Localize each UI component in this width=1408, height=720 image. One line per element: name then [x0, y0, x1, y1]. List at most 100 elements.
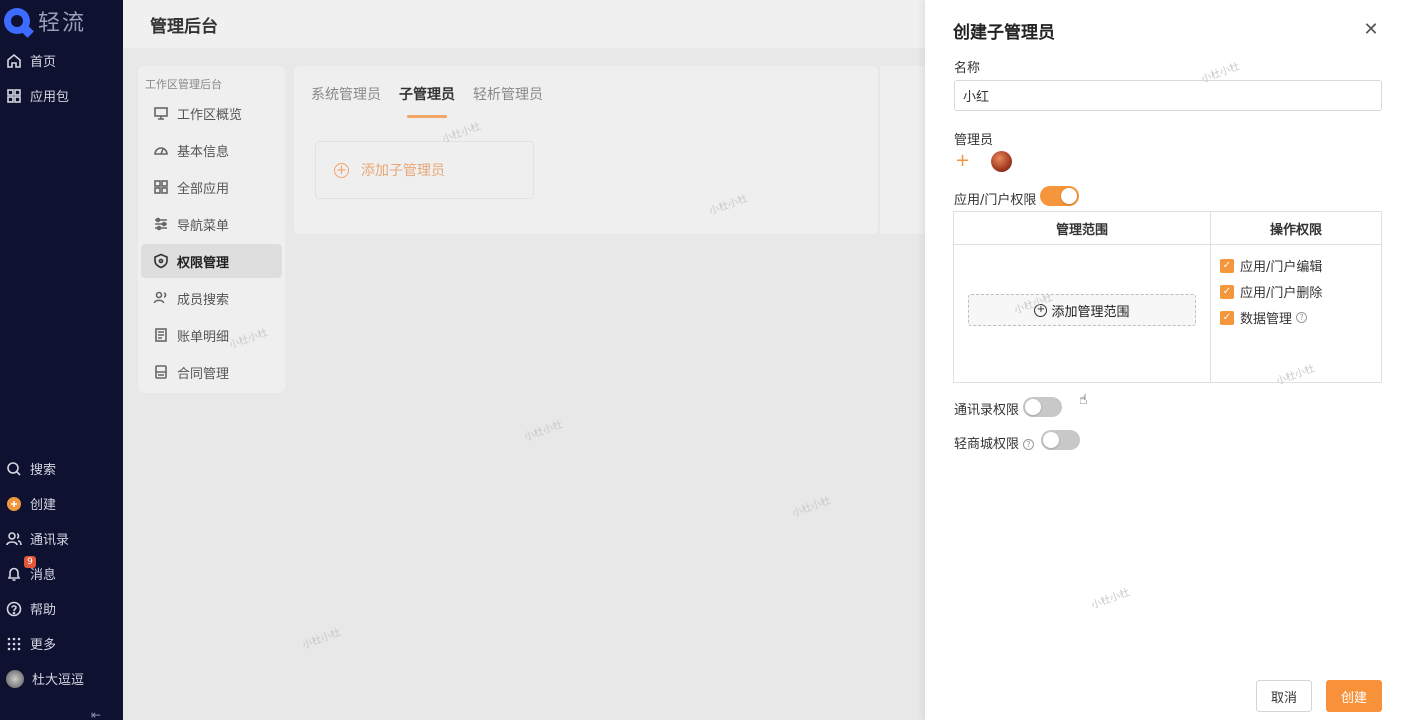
menu-item-member-search[interactable]: 成员搜索	[141, 281, 282, 315]
add-scope-label: 添加管理范围	[1051, 304, 1130, 320]
collapse-sidebar-icon[interactable]: ⇤	[91, 708, 101, 720]
op-data-label: 数据管理	[1240, 312, 1293, 327]
grid-icon	[6, 88, 22, 104]
menu-item-label: 合同管理	[177, 366, 230, 382]
create-button[interactable]: 创建	[1326, 680, 1382, 712]
nav-more[interactable]: 更多	[6, 634, 56, 653]
search-icon	[6, 461, 22, 477]
op-delete-checkbox[interactable]: ✓ 应用/门户删除	[1220, 282, 1322, 301]
op-delete-label: 应用/门户删除	[1240, 286, 1323, 301]
home-icon	[6, 53, 22, 69]
bill-icon	[155, 328, 167, 342]
close-icon[interactable]: ✕	[1362, 19, 1380, 40]
menu-item-permissions[interactable]: 权限管理	[141, 244, 282, 278]
nav-help-label: 帮助	[30, 603, 57, 618]
nav-messages[interactable]: 9 消息	[6, 556, 56, 583]
mall-perm-label: 轻商城权限	[954, 437, 1020, 452]
contacts-perm-label: 通讯录权限	[954, 403, 1020, 418]
tab-system-admin[interactable]: 系统管理员	[311, 84, 381, 118]
mall-perm-row: 轻商城权限?	[954, 433, 1035, 452]
shield-icon	[154, 253, 168, 269]
sliders-icon	[155, 217, 167, 231]
op-data-checkbox[interactable]: ✓ 数据管理 ?	[1220, 308, 1308, 327]
menu-item-contracts[interactable]: 合同管理	[141, 355, 282, 389]
nav-user-label: 杜大逗逗	[32, 673, 85, 688]
drawer-title: 创建子管理员	[953, 23, 1055, 43]
col-scope-header: 管理范围	[954, 212, 1210, 245]
logo-icon	[4, 8, 30, 34]
checkbox-checked-icon: ✓	[1220, 258, 1234, 273]
contacts-icon	[6, 531, 22, 547]
table-divider	[1210, 212, 1211, 382]
name-label: 名称	[954, 61, 981, 76]
nav-search[interactable]: 搜索	[6, 459, 56, 478]
mall-perm-toggle[interactable]	[1041, 430, 1080, 450]
nav-create-label: 创建	[30, 498, 57, 513]
side-card	[880, 66, 925, 234]
admin-avatar[interactable]	[991, 151, 1012, 172]
watermark: 小杜小杜	[301, 627, 343, 652]
plus-circle-icon: +	[1034, 303, 1048, 317]
tab-analytics-admin[interactable]: 轻析管理员	[473, 84, 543, 118]
monitor-icon	[154, 107, 168, 120]
nav-contacts[interactable]: 通讯录	[6, 529, 69, 548]
app-name: 轻流	[38, 11, 87, 36]
add-sub-admin-label: 添加子管理员	[361, 163, 445, 179]
nav-contacts-label: 通讯录	[30, 533, 70, 548]
watermark: 小杜小杜	[523, 419, 565, 444]
menu-item-bills[interactable]: 账单明细	[141, 318, 282, 352]
apps-grid-icon	[154, 180, 168, 194]
page-title: 管理后台	[123, 0, 925, 48]
app-logo[interactable]: 轻流	[4, 5, 86, 37]
permission-table: 管理范围 操作权限 + 添加管理范围 ☝ ✓ 应用/门户编辑 ✓ 应用/门户删除…	[953, 211, 1382, 408]
menu-item-basic-info[interactable]: 基本信息	[141, 133, 282, 167]
members-icon	[153, 291, 167, 304]
app-perm-label: 应用/门户权限	[954, 193, 1037, 208]
col-ops-header: 操作权限	[1211, 212, 1381, 245]
bell-icon	[6, 566, 22, 582]
help-icon[interactable]: ?	[1023, 439, 1035, 450]
nav-create[interactable]: 创建	[6, 494, 56, 513]
add-scope-button[interactable]: + 添加管理范围 ☝	[968, 294, 1196, 408]
watermark: 小杜小杜	[791, 495, 833, 520]
nav-user[interactable]: 杜大逗逗	[6, 669, 84, 688]
plus-circle-icon	[6, 496, 22, 512]
admin-menu-title: 工作区管理后台	[145, 78, 222, 91]
menu-item-label: 账单明细	[177, 329, 230, 345]
menu-item-nav-menu[interactable]: 导航菜单	[141, 207, 282, 241]
nav-app-packages[interactable]: 应用包	[6, 86, 69, 105]
watermark: 小杜小杜	[1090, 587, 1132, 612]
nav-home[interactable]: 首页	[6, 51, 56, 70]
menu-item-label: 权限管理	[177, 255, 230, 271]
help-icon[interactable]: ?	[1296, 312, 1308, 323]
nav-home-label: 首页	[30, 55, 57, 70]
admins-label: 管理员	[954, 133, 994, 148]
cancel-button[interactable]: 取消	[1256, 680, 1312, 712]
op-edit-checkbox[interactable]: ✓ 应用/门户编辑	[1220, 256, 1322, 275]
help-icon	[6, 601, 22, 617]
create-sub-admin-drawer: 创建子管理员 ✕ 名称 管理员 + 应用/门户权限 管理范围 操作权限 + 添加…	[925, 0, 1408, 720]
admin-menu: 工作区管理后台 工作区概览 基本信息 全部应用 导航菜单 权限管理 成员搜索 账…	[138, 66, 285, 393]
plus-circle-icon: +	[334, 162, 349, 178]
gauge-icon	[154, 147, 168, 155]
menu-item-overview[interactable]: 工作区概览	[141, 96, 282, 130]
add-sub-admin-button[interactable]: + 添加子管理员	[315, 141, 534, 199]
admin-tabs: 系统管理员 子管理员 轻析管理员	[311, 84, 543, 118]
contacts-perm-toggle[interactable]	[1023, 397, 1062, 417]
app-perm-toggle[interactable]	[1040, 186, 1079, 206]
nav-help[interactable]: 帮助	[6, 599, 56, 618]
contract-icon	[155, 365, 167, 379]
menu-item-label: 工作区概览	[177, 107, 243, 123]
menu-item-all-apps[interactable]: 全部应用	[141, 170, 282, 204]
name-input[interactable]	[954, 80, 1382, 111]
message-badge: 9	[24, 556, 36, 568]
menu-item-label: 基本信息	[177, 144, 230, 160]
tab-sub-admin[interactable]: 子管理员	[399, 84, 455, 118]
nav-search-label: 搜索	[30, 463, 57, 478]
menu-item-label: 导航菜单	[177, 218, 230, 234]
hand-cursor-icon: ☝	[1079, 392, 1088, 408]
checkbox-checked-icon: ✓	[1220, 284, 1234, 299]
nav-more-label: 更多	[30, 638, 57, 653]
add-admin-icon[interactable]: +	[955, 151, 971, 171]
menu-item-label: 成员搜索	[177, 292, 230, 308]
